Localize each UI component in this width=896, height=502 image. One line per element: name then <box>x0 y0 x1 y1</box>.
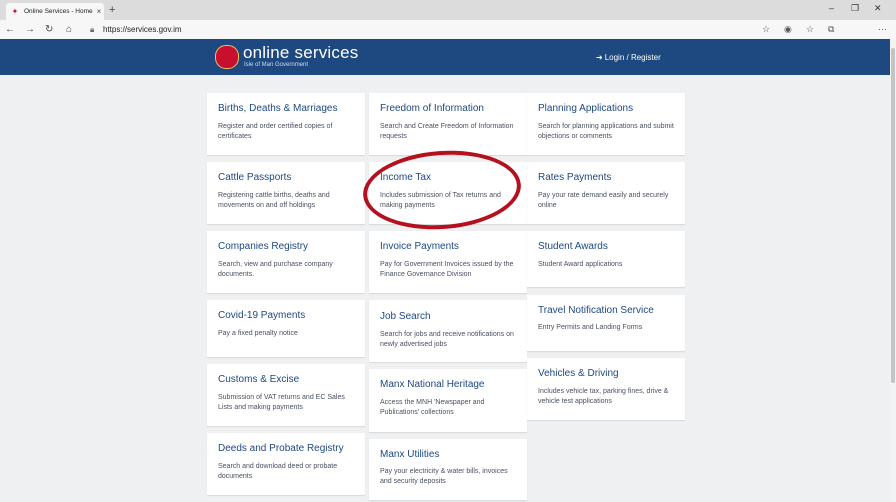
brand-title: online services <box>243 43 359 62</box>
more-options-icon[interactable]: ⋯ <box>878 23 887 36</box>
site-logo[interactable]: online services Isle of Man Government <box>243 44 358 69</box>
card-description: Includes vehicle tax, parking fines, dri… <box>538 388 669 405</box>
card-description: Pay for Government Invoices issued by th… <box>380 261 514 278</box>
service-card-deeds-probate-registry[interactable]: Deeds and Probate Registry Search and do… <box>207 433 365 495</box>
extension-icon[interactable]: ◉ <box>784 23 792 36</box>
login-register-link[interactable]: ➜ Login / Register <box>596 53 661 62</box>
close-tab-icon[interactable]: × <box>94 7 104 16</box>
card-title: Invoice Payments <box>380 241 459 252</box>
card-description: Access the MNH 'Newspaper and Publicatio… <box>380 399 485 416</box>
card-description: Entry Permits and Landing Forms <box>538 324 643 331</box>
card-description: Search and Create Freedom of Information… <box>380 123 514 140</box>
service-card-companies-registry[interactable]: Companies Registry Search, view and purc… <box>207 231 365 293</box>
card-title: Manx Utilities <box>380 449 440 460</box>
brand-subtitle: Isle of Man Government <box>244 62 309 68</box>
site-header <box>0 39 890 75</box>
window-close-icon[interactable]: ✕ <box>874 3 882 14</box>
url-field[interactable]: https://services.gov.im <box>103 23 182 36</box>
card-title: Deeds and Probate Registry <box>218 443 344 454</box>
card-description: Student Award applications <box>538 261 623 268</box>
new-tab-button[interactable]: + <box>109 3 115 17</box>
favorite-star-icon[interactable]: ☆ <box>762 23 770 36</box>
login-register-label: Login / Register <box>604 53 661 62</box>
minimize-icon[interactable]: – <box>829 3 834 13</box>
service-card-births-deaths-marriages[interactable]: Births, Deaths & Marriages Register and … <box>207 93 365 155</box>
card-description: Registering cattle births, deaths and mo… <box>218 192 330 209</box>
address-bar: ← → ↻ ⌂ 🔒︎ https://services.gov.im ☆ ◉ ☆… <box>0 20 896 54</box>
browser-tab-bar: ✦ Online Services - Home × + – ❐ ✕ <box>0 0 896 20</box>
card-title: Job Search <box>380 311 431 322</box>
service-card-student-awards[interactable]: Student Awards Student Award application… <box>527 231 685 287</box>
card-title: Travel Notification Service <box>538 305 654 316</box>
back-icon[interactable]: ← <box>5 23 15 36</box>
card-description: Search for planning applications and sub… <box>538 123 674 140</box>
lock-icon: 🔒︎ <box>90 25 95 34</box>
card-description: Search and download deed or probate docu… <box>218 463 338 480</box>
card-title: Cattle Passports <box>218 172 292 183</box>
browser-tab[interactable]: ✦ Online Services - Home × <box>6 3 104 20</box>
card-title: Manx National Heritage <box>380 379 485 390</box>
service-card-invoice-payments[interactable]: Invoice Payments Pay for Government Invo… <box>369 231 527 293</box>
card-title: Births, Deaths & Marriages <box>218 103 338 114</box>
refresh-icon[interactable]: ↻ <box>45 23 53 36</box>
service-card-manx-national-heritage[interactable]: Manx National Heritage Access the MNH 'N… <box>369 369 527 432</box>
service-card-covid-19-payments[interactable]: Covid-19 Payments Pay a fixed penalty no… <box>207 300 365 357</box>
card-description: Pay your electricity & water bills, invo… <box>380 468 508 485</box>
service-card-manx-utilities[interactable]: Manx Utilities Pay your electricity & wa… <box>369 439 527 500</box>
collections-icon[interactable]: ⧉ <box>828 23 834 36</box>
card-title: Vehicles & Driving <box>538 368 619 379</box>
card-description: Search for jobs and receive notification… <box>380 331 514 348</box>
service-card-cattle-passports[interactable]: Cattle Passports Registering cattle birt… <box>207 162 365 224</box>
card-title: Customs & Excise <box>218 374 300 385</box>
card-description: Pay your rate demand easily and securely… <box>538 192 669 209</box>
service-card-customs-excise[interactable]: Customs & Excise Submission of VAT retur… <box>207 364 365 426</box>
service-card-planning-applications[interactable]: Planning Applications Search for plannin… <box>527 93 685 155</box>
isle-of-man-crest-icon[interactable] <box>215 45 239 69</box>
card-title: Student Awards <box>538 241 608 252</box>
card-title: Companies Registry <box>218 241 309 252</box>
forward-icon[interactable]: → <box>25 23 35 36</box>
card-description: Submission of VAT returns and EC Sales L… <box>218 394 345 411</box>
card-title: Planning Applications <box>538 103 634 114</box>
card-title: Covid-19 Payments <box>218 310 306 321</box>
service-card-vehicles-driving[interactable]: Vehicles & Driving Includes vehicle tax,… <box>527 358 685 420</box>
favorites-bar-icon[interactable]: ☆ <box>806 23 814 36</box>
tab-title: Online Services - Home <box>24 8 93 15</box>
home-icon[interactable]: ⌂ <box>66 23 72 36</box>
service-card-freedom-of-information[interactable]: Freedom of Information Search and Create… <box>369 93 527 155</box>
site-favicon-icon: ✦ <box>11 6 19 16</box>
service-card-rates-payments[interactable]: Rates Payments Pay your rate demand easi… <box>527 162 685 224</box>
service-card-travel-notification-service[interactable]: Travel Notification Service Entry Permit… <box>527 295 685 351</box>
card-title: Freedom of Information <box>380 103 484 114</box>
card-description: Register and order certified copies of c… <box>218 123 333 140</box>
service-card-job-search[interactable]: Job Search Search for jobs and receive n… <box>369 300 527 362</box>
card-title: Rates Payments <box>538 172 612 183</box>
card-description: Pay a fixed penalty notice <box>218 330 298 337</box>
maximize-icon[interactable]: ❐ <box>851 3 859 14</box>
card-description: Search, view and purchase company docume… <box>218 261 333 278</box>
sign-in-icon: ➜ <box>596 53 603 62</box>
scrollbar-thumb[interactable] <box>891 48 895 383</box>
